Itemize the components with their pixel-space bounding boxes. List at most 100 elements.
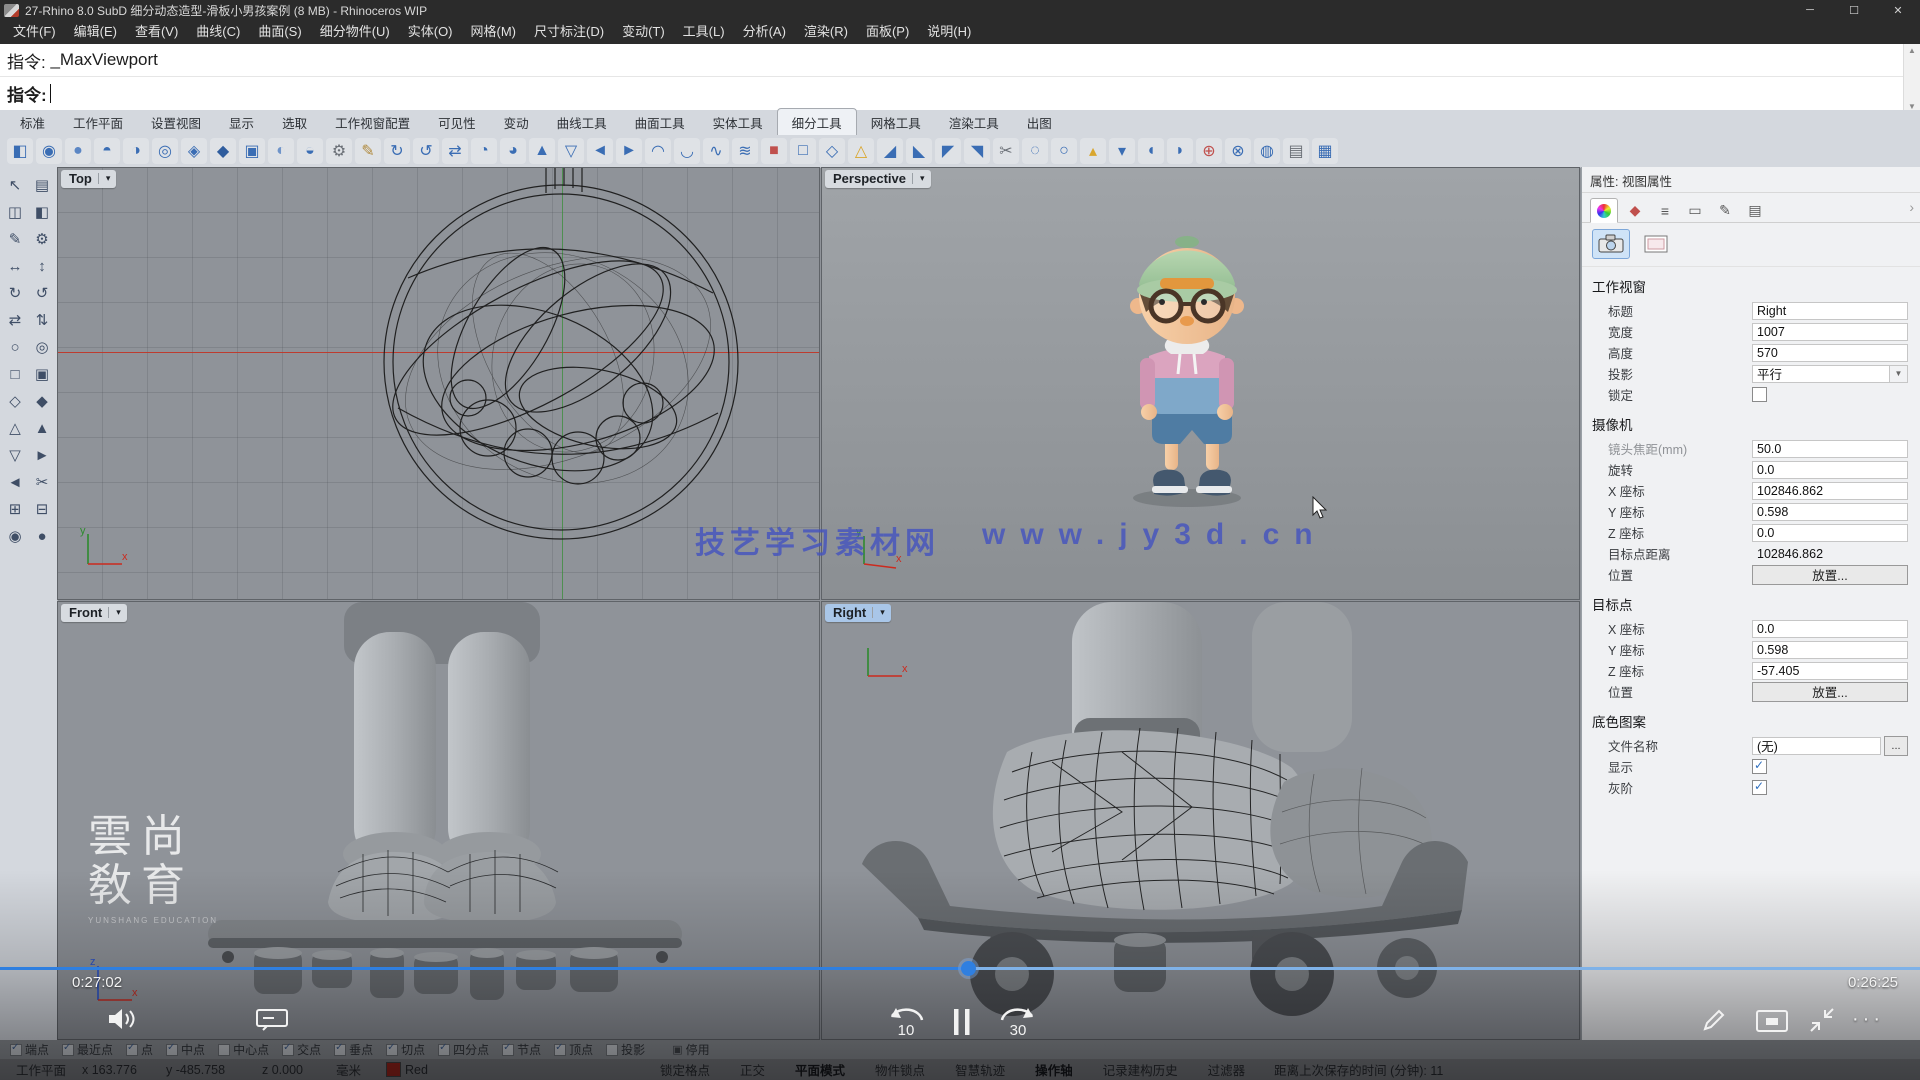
target-z-field[interactable]: -57.405 [1752, 662, 1908, 680]
side-tool-button[interactable]: ▽ [2, 442, 28, 468]
camera-x-field[interactable]: 102846.862 [1752, 482, 1908, 500]
toolbar-tool-button[interactable]: ▦ [1312, 138, 1338, 164]
side-tool-button[interactable]: △ [2, 415, 28, 441]
side-tool-button[interactable]: ⇅ [29, 307, 55, 333]
side-tool-button[interactable]: ◄ [2, 469, 28, 495]
minimize-button[interactable]: ─ [1788, 0, 1832, 20]
projection-select[interactable]: 平行 [1752, 365, 1890, 383]
viewport-label-right[interactable]: Right ▾ [825, 604, 891, 622]
viewport-label-top[interactable]: Top ▾ [61, 170, 116, 188]
osnap-toggle[interactable]: 四分点 [438, 1041, 489, 1058]
toolbar-tool-button[interactable]: △ [848, 138, 874, 164]
panel-tab-overflow-icon[interactable]: › [1909, 199, 1914, 215]
toolbar-tool-button[interactable]: ↻ [384, 138, 410, 164]
wallpaper-show-checkbox[interactable] [1752, 759, 1767, 774]
side-tool-button[interactable]: ◉ [2, 523, 28, 549]
toolbar-tab[interactable]: 标准 [6, 109, 59, 135]
tab-display[interactable]: ▭ [1682, 199, 1708, 222]
tab-annotate[interactable]: ✎ [1712, 199, 1738, 222]
toolbar-tab[interactable]: 渲染工具 [935, 109, 1013, 135]
menu-item[interactable]: 分析(A) [734, 20, 795, 44]
status-toggle[interactable]: 过滤器 [1193, 1060, 1261, 1079]
toolbar-tool-button[interactable]: ● [65, 138, 91, 164]
toolbar-tool-button[interactable]: ⊗ [1225, 138, 1251, 164]
side-tool-button[interactable]: ↕ [29, 253, 55, 279]
toolbar-tool-button[interactable]: ◒ [297, 138, 323, 164]
toolbar-tool-button[interactable]: ▣ [239, 138, 265, 164]
toolbar-tab[interactable]: 可见性 [424, 109, 490, 135]
toolbar-tool-button[interactable]: ↺ [413, 138, 439, 164]
side-tool-button[interactable]: ↻ [2, 280, 28, 306]
camera-z-field[interactable]: 0.0 [1752, 524, 1908, 542]
toolbar-tool-button[interactable]: ◓ [94, 138, 120, 164]
menu-item[interactable]: 查看(V) [126, 20, 187, 44]
forward-30-button[interactable]: 30 [996, 1002, 1040, 1042]
status-toggle[interactable]: 操作轴 [1020, 1060, 1088, 1079]
toolbar-tool-button[interactable]: ◌ [1022, 138, 1048, 164]
toolbar-tool-button[interactable]: ◖ [1138, 138, 1164, 164]
toolbar-tool-button[interactable]: □ [790, 138, 816, 164]
progress-played[interactable] [0, 967, 968, 970]
pause-button[interactable] [952, 1007, 972, 1037]
side-tool-button[interactable]: ► [29, 442, 55, 468]
toolbar-tool-button[interactable]: ◑ [123, 138, 149, 164]
focal-length-field[interactable]: 50.0 [1752, 440, 1908, 458]
toolbar-tool-button[interactable]: ◄ [587, 138, 613, 164]
place-target-button[interactable]: 放置... [1752, 682, 1908, 702]
toolbar-tool-button[interactable]: ▤ [1283, 138, 1309, 164]
toolbar-tool-button[interactable]: ✎ [355, 138, 381, 164]
cplane-indicator[interactable]: 工作平面 [16, 1060, 82, 1079]
toolbar-tool-button[interactable]: ◆ [210, 138, 236, 164]
tab-layers[interactable]: ≡ [1652, 199, 1678, 222]
toolbar-tab[interactable]: 实体工具 [699, 109, 777, 135]
menu-item[interactable]: 渲染(R) [795, 20, 857, 44]
osnap-toggle[interactable]: 垂点 [334, 1041, 373, 1058]
osnap-toggle[interactable]: 中点 [166, 1041, 205, 1058]
viewport-height-field[interactable]: 570 [1752, 344, 1908, 362]
wallpaper-grayscale-checkbox[interactable] [1752, 780, 1767, 795]
maximize-button[interactable]: ☐ [1832, 0, 1876, 20]
toolbar-tool-button[interactable]: ○ [1051, 138, 1077, 164]
close-button[interactable]: ✕ [1876, 0, 1920, 20]
toolbar-tool-button[interactable]: ⚙ [326, 138, 352, 164]
toolbar-tab[interactable]: 设置视图 [137, 109, 215, 135]
toolbar-tool-button[interactable]: ∿ [703, 138, 729, 164]
status-toggle[interactable]: 正交 [725, 1060, 780, 1079]
target-y-field[interactable]: 0.598 [1752, 641, 1908, 659]
target-x-field[interactable]: 0.0 [1752, 620, 1908, 638]
side-tool-button[interactable]: ⊞ [2, 496, 28, 522]
viewport-label-front[interactable]: Front ▾ [61, 604, 127, 622]
toolbar-tool-button[interactable]: ◔ [471, 138, 497, 164]
chevron-down-icon[interactable]: ▾ [108, 607, 127, 618]
toolbar-tool-button[interactable]: ≋ [732, 138, 758, 164]
menu-item[interactable]: 实体(O) [399, 20, 462, 44]
toolbar-tab[interactable]: 网格工具 [857, 109, 935, 135]
viewport-right[interactable]: x Right ▾ [821, 601, 1580, 1040]
menu-item[interactable]: 编辑(E) [65, 20, 126, 44]
toolbar-tool-button[interactable]: ◗ [1167, 138, 1193, 164]
side-tool-button[interactable]: ▤ [29, 172, 55, 198]
volume-button[interactable] [106, 1006, 136, 1032]
toolbar-tool-button[interactable]: ⇄ [442, 138, 468, 164]
toolbar-tool-button[interactable]: ▴ [1080, 138, 1106, 164]
side-tool-button[interactable]: ▣ [29, 361, 55, 387]
chevron-down-icon[interactable]: ▾ [872, 607, 891, 618]
tab-view-properties[interactable] [1590, 198, 1618, 223]
side-tool-button[interactable]: ▲ [29, 415, 55, 441]
toolbar-tool-button[interactable]: ◕ [500, 138, 526, 164]
toolbar-tool-button[interactable]: ► [616, 138, 642, 164]
side-tool-button[interactable]: ● [29, 523, 55, 549]
osnap-toggle[interactable]: 切点 [386, 1041, 425, 1058]
toolbar-tool-button[interactable]: ▾ [1109, 138, 1135, 164]
toolbar-tool-button[interactable]: ◥ [964, 138, 990, 164]
toolbar-tool-button[interactable]: ◣ [906, 138, 932, 164]
status-toggle[interactable]: 智慧轨迹 [940, 1060, 1020, 1079]
toolbar-tool-button[interactable]: ◇ [819, 138, 845, 164]
side-tool-button[interactable]: ↔ [2, 253, 28, 279]
toolbar-tool-button[interactable]: ◢ [877, 138, 903, 164]
lock-checkbox[interactable] [1752, 387, 1767, 402]
toolbar-tool-button[interactable]: ◍ [1254, 138, 1280, 164]
toolbar-tab[interactable]: 显示 [215, 109, 268, 135]
toolbar-tab[interactable]: 工作视窗配置 [321, 109, 424, 135]
toolbar-tool-button[interactable]: ◠ [645, 138, 671, 164]
